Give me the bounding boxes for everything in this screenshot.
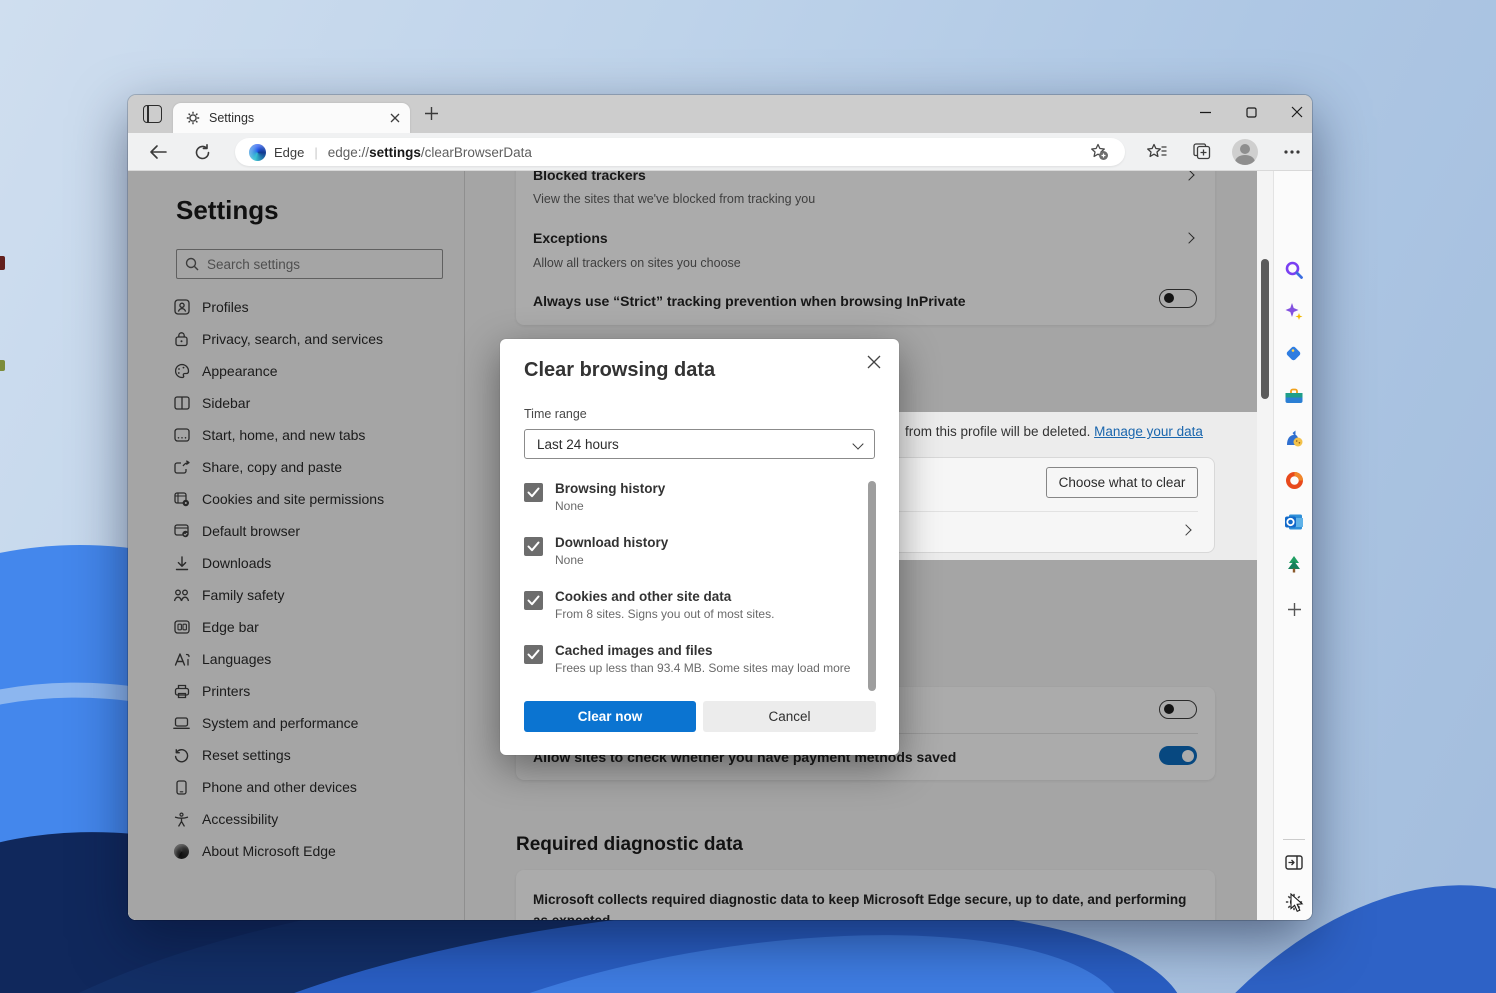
address-url[interactable]: edge://settings/clearBrowserData	[328, 145, 532, 160]
tab-gear-icon	[186, 111, 200, 125]
mouse-cursor	[1290, 893, 1307, 913]
back-icon[interactable]	[146, 140, 170, 164]
address-bar[interactable]: Edge | edge://settings/clearBrowserData	[235, 138, 1125, 166]
browser-content: Settings Profiles Privacy, search, and s	[128, 171, 1312, 920]
dialog-row-cookies[interactable]: Cookies and other site data From 8 sites…	[524, 589, 854, 621]
edge-sidebar	[1273, 171, 1312, 920]
sidebar-divider	[1283, 839, 1305, 840]
desktop-icon-fragment	[0, 256, 5, 270]
add-favorite-icon[interactable]	[1090, 143, 1109, 161]
tab-actions-menu-icon[interactable]	[143, 105, 162, 123]
clear-now-button[interactable]: Clear now	[524, 701, 696, 732]
sidebar-copilot-icon[interactable]	[1281, 299, 1307, 325]
settings-menu-icon[interactable]	[1280, 140, 1304, 164]
browser-window: Settings	[128, 95, 1312, 920]
edge-logo-icon	[249, 144, 266, 161]
site-label: Edge	[274, 145, 304, 160]
time-range-select[interactable]: Last 24 hours	[524, 429, 875, 459]
desktop-icon-fragment	[0, 360, 5, 371]
maximize-button[interactable]	[1228, 95, 1274, 129]
dialog-row-download-history[interactable]: Download history None	[524, 535, 854, 567]
manage-your-data-link[interactable]: Manage your data	[1094, 424, 1203, 439]
checkbox-checked-icon[interactable]	[524, 537, 543, 556]
dialog-title: Clear browsing data	[524, 359, 715, 382]
clear-browsing-data-dialog: Clear browsing data Time range Last 24 h…	[500, 339, 899, 755]
sidebar-tree-icon[interactable]	[1281, 551, 1307, 577]
tab-title: Settings	[209, 111, 390, 125]
desktop: Settings	[0, 0, 1496, 993]
sidebar-shopping-icon[interactable]	[1281, 341, 1307, 367]
browser-toolbar: Edge | edge://settings/clearBrowserData	[128, 133, 1312, 171]
dialog-row-browsing-history[interactable]: Browsing history None	[524, 481, 854, 513]
time-range-value: Last 24 hours	[537, 437, 854, 452]
chevron-right-icon[interactable]	[1180, 524, 1191, 535]
sidebar-search-icon[interactable]	[1281, 257, 1307, 283]
page-scrollbar[interactable]	[1257, 171, 1273, 920]
tab-strip: Settings	[128, 95, 1312, 133]
page-scrollbar-thumb[interactable]	[1261, 259, 1269, 399]
sidebar-games-icon[interactable]	[1281, 425, 1307, 451]
new-tab-button[interactable]	[424, 106, 439, 121]
address-separator: |	[314, 145, 317, 160]
minimize-button[interactable]	[1182, 95, 1228, 129]
dialog-close-icon[interactable]	[861, 349, 887, 375]
sidebar-outlook-icon[interactable]	[1281, 509, 1307, 535]
settings-page: Settings Profiles Privacy, search, and s	[128, 171, 1273, 920]
tab-close-icon[interactable]	[390, 113, 400, 123]
refresh-icon[interactable]	[190, 140, 214, 164]
checkbox-checked-icon[interactable]	[524, 591, 543, 610]
deleted-text: from this profile will be deleted.	[905, 424, 1090, 439]
sidebar-add-icon[interactable]	[1281, 596, 1307, 622]
sidebar-toolbox-icon[interactable]	[1281, 383, 1307, 409]
chevron-down-icon	[852, 438, 863, 449]
dialog-scrollbar-thumb[interactable]	[868, 481, 876, 691]
sidebar-office-icon[interactable]	[1281, 467, 1307, 493]
sidebar-collapse-icon[interactable]	[1281, 849, 1307, 875]
choose-what-to-clear-button[interactable]: Choose what to clear	[1046, 467, 1198, 498]
favorites-icon[interactable]	[1145, 140, 1169, 164]
checkbox-checked-icon[interactable]	[524, 645, 543, 664]
cancel-button[interactable]: Cancel	[703, 701, 876, 732]
close-window-button[interactable]	[1274, 95, 1312, 129]
dialog-row-cached-images[interactable]: Cached images and files Frees up less th…	[524, 643, 854, 675]
profile-avatar[interactable]	[1232, 139, 1258, 165]
collections-icon[interactable]	[1190, 140, 1214, 164]
time-range-label: Time range	[524, 407, 587, 421]
checkbox-checked-icon[interactable]	[524, 483, 543, 502]
tab-settings[interactable]: Settings	[173, 103, 410, 133]
